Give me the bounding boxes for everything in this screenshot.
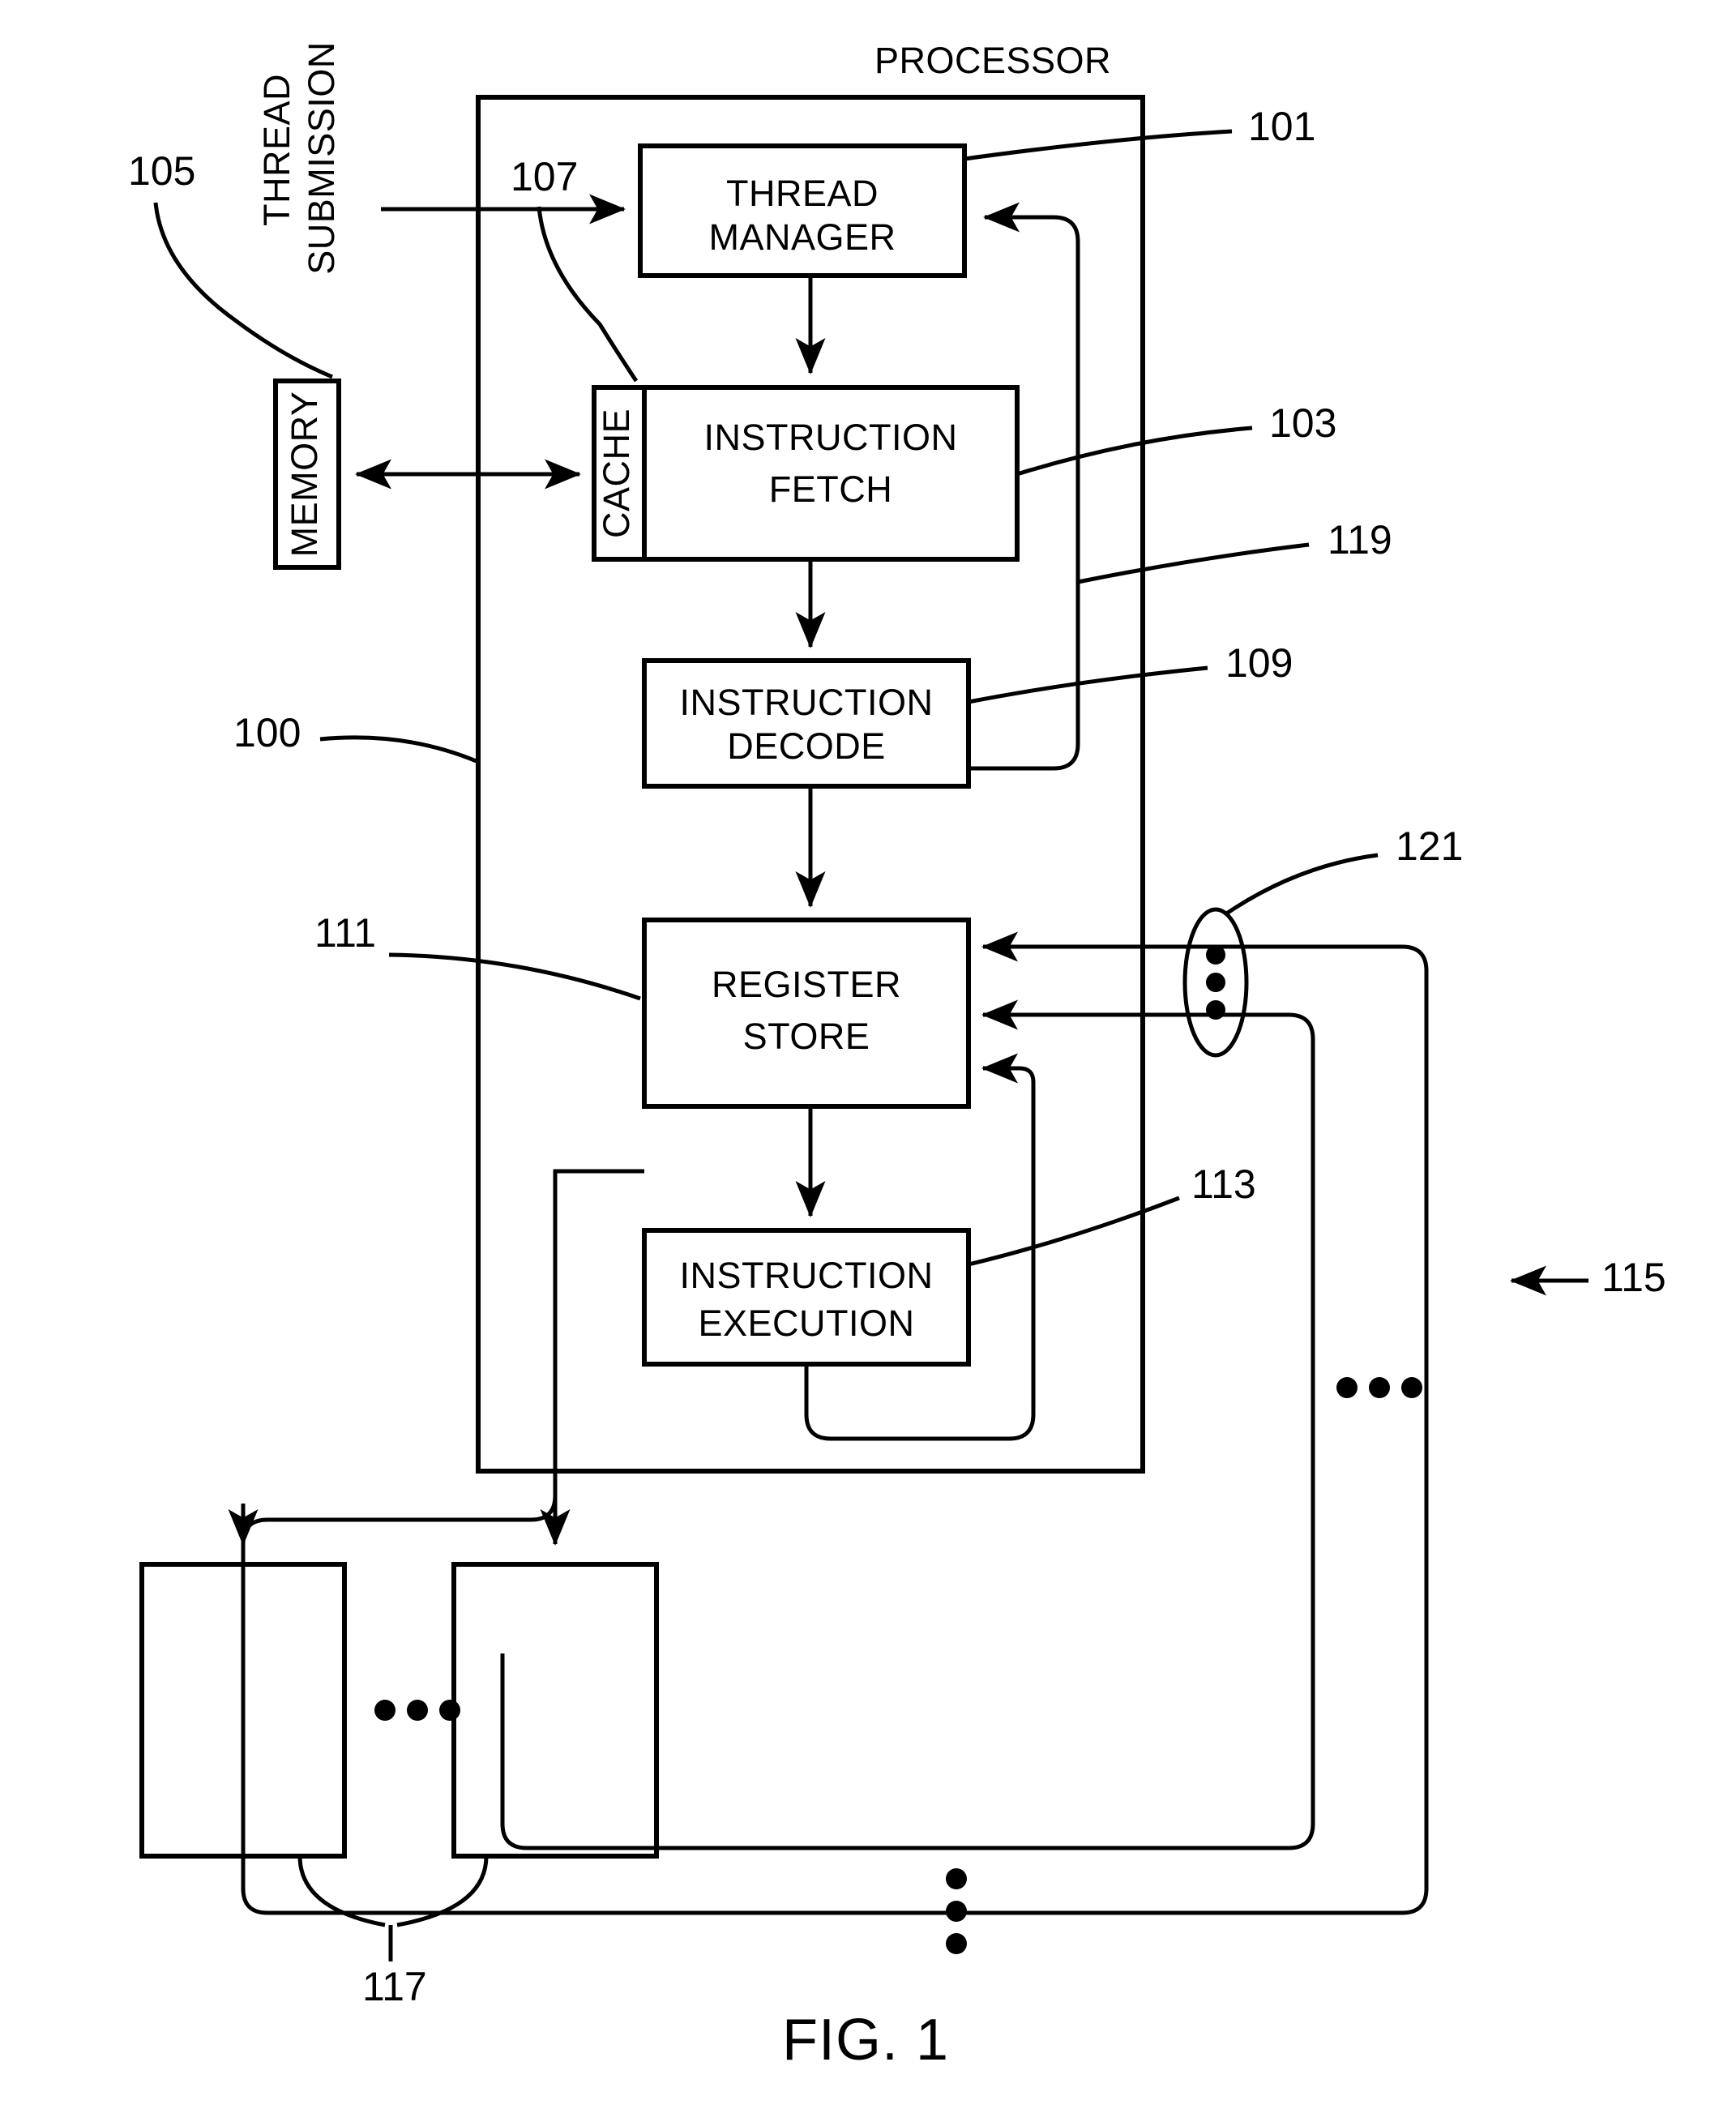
- instruction-execution-label-line2: EXECUTION: [698, 1303, 914, 1344]
- ref-numeral-115: 115: [1601, 1255, 1666, 1300]
- instruction-execution-box: [642, 1228, 971, 1367]
- ref-numeral-111: 111: [314, 910, 376, 956]
- instruction-decode-label-line2: DECODE: [727, 725, 886, 767]
- ref-numeral-117: 117: [362, 1964, 427, 2009]
- unit-ellipsis-dot-3: [439, 1700, 460, 1721]
- ref-numeral-100: 100: [233, 710, 301, 755]
- leader-line-109: [968, 665, 1208, 704]
- leader-line-100: [319, 735, 479, 764]
- register-store-dispatch-to-unit-right-path: [540, 1169, 644, 1546]
- instruction-decode-box: [642, 658, 971, 789]
- instruction-fetch-label-line2: FETCH: [769, 468, 893, 510]
- ref-numeral-121: 121: [1396, 823, 1463, 869]
- execution-to-register-store-writeback-path: [804, 1053, 1036, 1441]
- ellipsis-dot-2: [1206, 973, 1225, 992]
- right-ellipsis-dot-1: [1336, 1377, 1358, 1398]
- return-bus-path-upper: [241, 944, 1429, 1915]
- thread-manager-label-line1: THREAD: [726, 173, 879, 214]
- ref-numeral-103: 103: [1269, 400, 1336, 446]
- leader-line-111: [388, 952, 641, 1001]
- cache-label: CACHE: [596, 409, 637, 538]
- figure-1-block-diagram: PROCESSOR THREAD MANAGER THREAD SUBMISSI…: [128, 40, 1666, 2073]
- register-store-label-line2: STORE: [743, 1016, 870, 1057]
- register-store-label-line1: REGISTER: [712, 964, 901, 1005]
- ref-numeral-113: 113: [1191, 1161, 1256, 1207]
- ref-numeral-101: 101: [1248, 104, 1315, 149]
- processor-label: PROCESSOR: [874, 40, 1111, 81]
- leader-line-121: [1224, 853, 1379, 917]
- return-bus-path-lower: [500, 1012, 1315, 1850]
- leader-line-107: [537, 206, 639, 383]
- instruction-execution-label-line1: INSTRUCTION: [680, 1255, 934, 1296]
- instruction-fetch-label-line1: INSTRUCTION: [704, 417, 958, 458]
- bottom-ellipsis-dot-1: [946, 1868, 967, 1889]
- memory-label: MEMORY: [284, 391, 325, 558]
- thread-manager-label-line2: MANAGER: [708, 216, 896, 258]
- leader-line-103: [1016, 426, 1253, 477]
- patent-figure-page: PROCESSOR THREAD MANAGER THREAD SUBMISSI…: [0, 0, 1736, 2109]
- ref-numeral-105: 105: [128, 148, 195, 194]
- unit-ellipsis-dot-2: [407, 1700, 428, 1721]
- ref-numeral-119: 119: [1328, 517, 1392, 563]
- right-ellipsis-dot-2: [1369, 1377, 1390, 1398]
- instruction-decode-label-line1: INSTRUCTION: [680, 682, 934, 723]
- ref-numeral-109: 109: [1225, 640, 1293, 686]
- thread-submission-label-line1: THREAD: [256, 74, 297, 226]
- bottom-ellipsis-dot-2: [946, 1901, 967, 1922]
- bottom-ellipsis-dot-3: [946, 1933, 967, 1954]
- thread-submission-label-line2: SUBMISSION: [301, 41, 342, 275]
- figure-caption: FIG. 1: [782, 2008, 949, 2073]
- functional-unit-box-right: [451, 1562, 659, 1859]
- leader-line-119: [1077, 542, 1310, 584]
- ref-numeral-107: 107: [511, 154, 578, 199]
- leader-line-113: [968, 1196, 1180, 1267]
- unit-ellipsis-dot-1: [374, 1700, 396, 1721]
- dispatch-branch-to-unit-left-path: [241, 1495, 558, 1545]
- right-ellipsis-dot-3: [1401, 1377, 1422, 1398]
- register-store-box: [642, 918, 971, 1109]
- leader-line-101: [964, 129, 1233, 161]
